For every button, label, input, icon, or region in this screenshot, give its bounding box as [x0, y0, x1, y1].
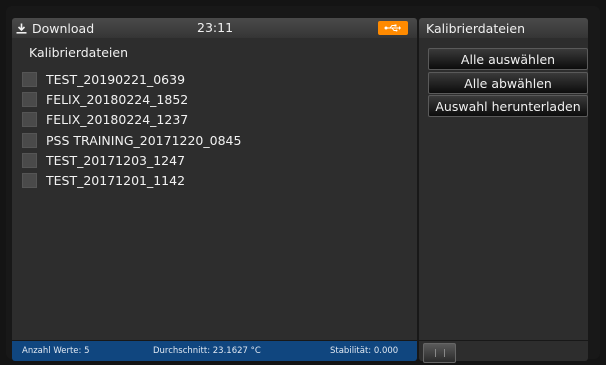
download-selection-button[interactable]: Auswahl herunterladen	[428, 95, 588, 117]
file-label: PSS TRAINING_20171220_0845	[46, 132, 242, 148]
file-label: FELIX_20180224_1852	[46, 91, 189, 107]
side-panel-title: Kalibrierdateien	[426, 21, 526, 36]
panel-toggle-button[interactable]	[423, 343, 456, 363]
file-checkbox[interactable]	[22, 152, 37, 168]
download-button[interactable]: Download	[16, 20, 94, 36]
status-bar: Anzahl Werte: 5 Durchschnitt: 23.1627 °C…	[12, 341, 417, 361]
average-value: Durchschnitt: 23.1627 °C	[153, 346, 261, 356]
file-row[interactable]: TEST_20190221_0639	[22, 69, 241, 89]
clock: 23:11	[197, 20, 234, 35]
select-all-button[interactable]: Alle auswählen	[428, 48, 588, 70]
top-bar: Download 23:11	[12, 18, 417, 38]
file-label: FELIX_20180224_1237	[46, 112, 189, 128]
file-label: TEST_20190221_0639	[46, 71, 186, 87]
side-panel-header: Kalibrierdateien	[419, 18, 588, 38]
file-checkbox[interactable]	[22, 71, 37, 87]
side-panel-footer	[419, 341, 588, 363]
file-checkbox[interactable]	[22, 132, 37, 148]
file-panel: Kalibrierdateien TEST_20190221_0639 FELI…	[12, 38, 417, 340]
usb-indicator	[378, 21, 408, 35]
usb-icon	[384, 24, 401, 32]
file-row[interactable]: TEST_20171203_1247	[22, 150, 241, 170]
file-panel-title: Kalibrierdateien	[29, 45, 129, 60]
file-label: TEST_20171201_1142	[46, 173, 186, 189]
file-row[interactable]: PSS TRAINING_20171220_0845	[22, 130, 241, 150]
deselect-all-button[interactable]: Alle abwählen	[428, 72, 588, 94]
file-row[interactable]: TEST_20171201_1142	[22, 170, 241, 190]
file-checkbox[interactable]	[22, 173, 37, 189]
file-checkbox[interactable]	[22, 91, 37, 107]
value-count: Anzahl Werte: 5	[22, 346, 90, 356]
file-checkbox[interactable]	[22, 112, 37, 128]
file-row[interactable]: FELIX_20180224_1237	[22, 110, 241, 130]
file-label: TEST_20171203_1247	[46, 152, 186, 168]
download-icon	[16, 23, 27, 34]
side-panel: Alle auswählen Alle abwählen Auswahl her…	[419, 38, 588, 340]
download-label: Download	[32, 20, 95, 36]
stability-value: Stabilität: 0.000	[330, 346, 399, 356]
file-list: TEST_20190221_0639 FELIX_20180224_1852 F…	[22, 69, 241, 191]
file-row[interactable]: FELIX_20180224_1852	[22, 89, 241, 109]
